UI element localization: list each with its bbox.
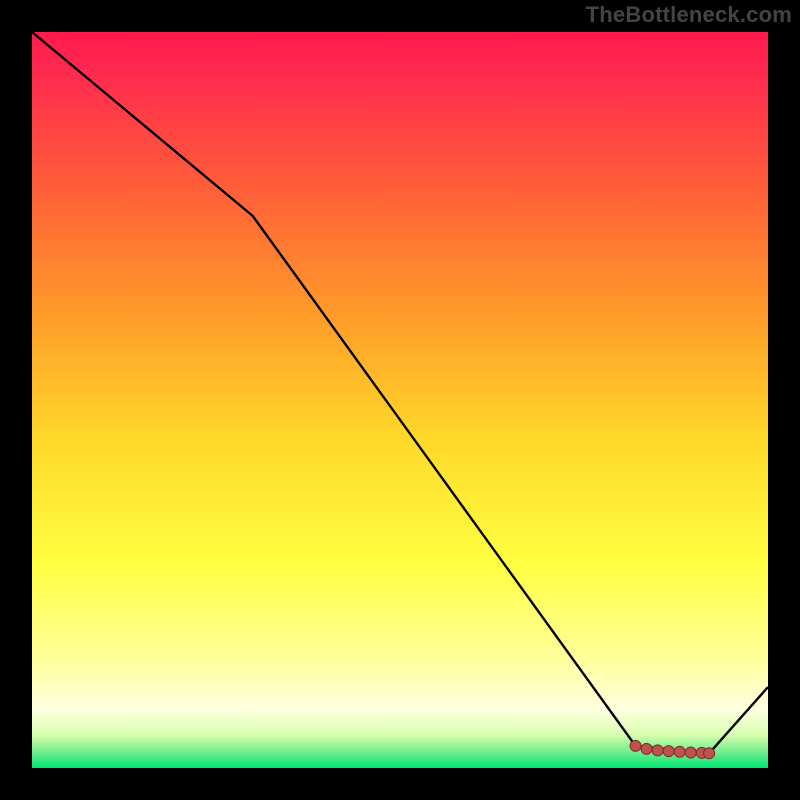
marker-dot bbox=[630, 740, 641, 751]
marker-dot bbox=[685, 747, 696, 758]
chart-stage: TheBottleneck.com bbox=[0, 0, 800, 800]
marker-dot bbox=[674, 746, 685, 757]
marker-dot bbox=[652, 745, 663, 756]
plot-area bbox=[32, 32, 768, 768]
marker-dot bbox=[663, 746, 674, 757]
gradient-background bbox=[32, 32, 768, 768]
marker-dot bbox=[641, 743, 652, 754]
marker-dot bbox=[704, 748, 715, 759]
chart-svg bbox=[32, 32, 768, 768]
watermark-text: TheBottleneck.com bbox=[586, 2, 792, 28]
